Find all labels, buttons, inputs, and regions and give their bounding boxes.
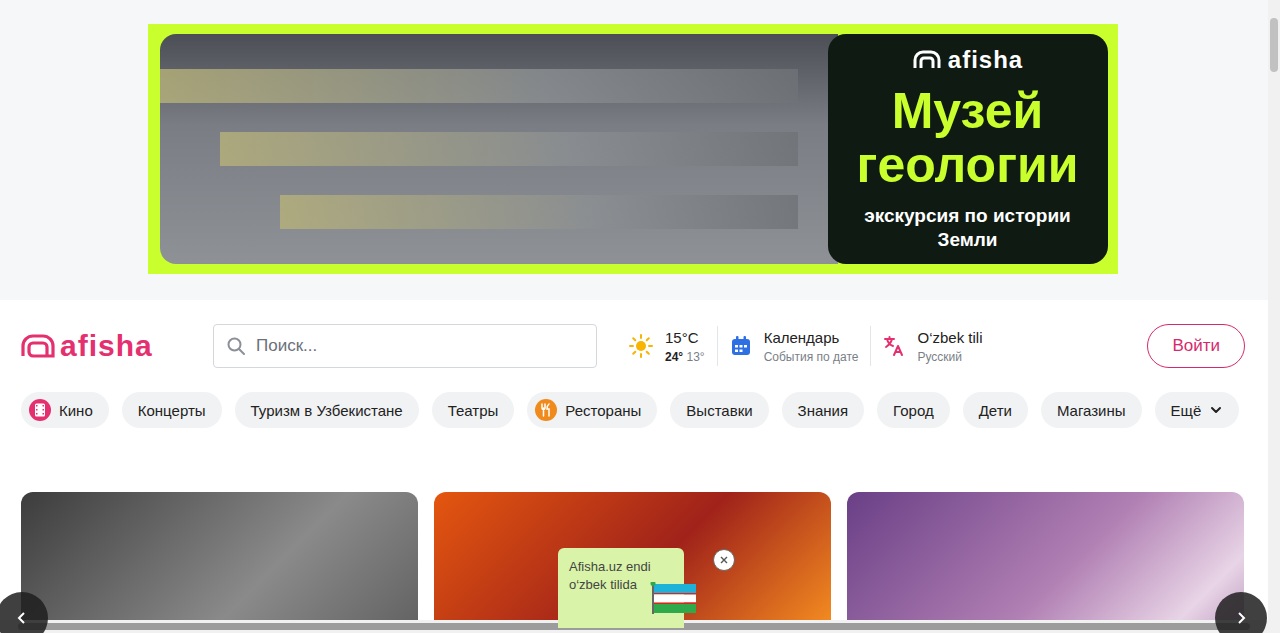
category-chip[interactable]: Рестораны [527, 392, 657, 428]
search-field[interactable]: Поиск... [213, 324, 597, 368]
category-bar: Кино Концерты Туризм в Узбекистане Театры Ре… [0, 368, 1268, 428]
language-switch[interactable]: O‘zbek tili Русский [871, 329, 994, 364]
category-chip[interactable]: Кино [21, 392, 109, 428]
temperature: 15°C [665, 329, 705, 346]
logo-mark-icon [912, 49, 942, 71]
weather[interactable]: 15°C 24° 13° [617, 329, 717, 364]
event-card[interactable] [847, 492, 1244, 620]
translate-icon [883, 335, 905, 357]
category-chip[interactable]: Концерты [122, 392, 222, 428]
main: afisha Музейгеологии экскурсия по истории … [0, 0, 1268, 633]
page: afisha Музейгеологии экскурсия по истории … [0, 0, 1280, 633]
uzbek-flag-icon [650, 582, 696, 614]
film-icon [29, 399, 51, 421]
close-icon [719, 555, 729, 565]
category-label: Дети [979, 402, 1012, 419]
alternate-language[interactable]: Русский [917, 350, 982, 364]
arrow-right-icon [1234, 611, 1248, 625]
category-label: Рестораны [565, 402, 641, 419]
category-chip[interactable]: Магазины [1041, 392, 1142, 428]
event-carousel: Afisha.uz endi o‘zbek tilida [0, 492, 1268, 633]
calendar-icon [730, 335, 752, 357]
event-card[interactable] [21, 492, 418, 620]
divider [870, 326, 871, 366]
category-label: Концерты [138, 402, 206, 419]
divider [717, 326, 718, 366]
vertical-scrollbar[interactable] [1268, 0, 1280, 633]
header: afisha Поиск... 15°C 24° 13° Календарь Событи… [0, 300, 1268, 368]
category-chip[interactable]: Туризм в Узбекистане [235, 392, 419, 428]
search-icon [226, 336, 246, 356]
temp-low: 13° [687, 350, 705, 364]
category-label: Магазины [1057, 402, 1126, 419]
current-language: O‘zbek tili [917, 329, 982, 346]
category-label: Ещё [1171, 402, 1202, 419]
museum-photo [160, 34, 838, 264]
arrow-left-icon [15, 611, 29, 625]
logo-mark-icon [20, 333, 56, 359]
ad-title: Музейгеологии [857, 84, 1079, 192]
category-label: Выставки [686, 402, 752, 419]
calendar-title: Календарь [764, 329, 859, 346]
category-label: Туризм в Узбекистане [251, 402, 403, 419]
ad-banner[interactable]: afisha Музейгеологии экскурсия по истории … [148, 24, 1118, 274]
tooltip-close-button[interactable] [713, 549, 735, 571]
category-chip[interactable]: Дети [963, 392, 1028, 428]
scroll-thumb[interactable] [1270, 18, 1278, 72]
cutlery-icon [535, 399, 557, 421]
category-label: Знания [798, 402, 848, 419]
category-label: Город [893, 402, 934, 419]
language-tooltip: Afisha.uz endi o‘zbek tilida [558, 548, 684, 628]
ad-panel: afisha Музейгеологии экскурсия по истории … [828, 34, 1108, 264]
calendar-link[interactable]: Календарь События по дате [718, 329, 871, 364]
ad-subtitle: экскурсия по истории Земли [848, 204, 1088, 252]
ad-logo: afisha [912, 46, 1023, 74]
search-placeholder: Поиск... [256, 336, 317, 356]
category-chip[interactable]: Выставки [670, 392, 768, 428]
category-chip[interactable]: Ещё [1155, 392, 1240, 428]
chevron-down-icon [1209, 403, 1223, 417]
next-button[interactable] [1215, 592, 1267, 633]
category-chip[interactable]: Театры [432, 392, 515, 428]
temp-high: 24° [665, 350, 683, 364]
sun-icon [629, 334, 653, 358]
ad-zone: afisha Музейгеологии экскурсия по истории … [0, 0, 1268, 300]
logo[interactable]: afisha [20, 329, 182, 363]
calendar-subtitle: События по дате [764, 350, 859, 364]
category-label: Кино [59, 402, 93, 419]
category-label: Театры [448, 402, 499, 419]
login-button[interactable]: Войти [1147, 324, 1245, 368]
category-chip[interactable]: Знания [782, 392, 864, 428]
category-chip[interactable]: Город [877, 392, 950, 428]
